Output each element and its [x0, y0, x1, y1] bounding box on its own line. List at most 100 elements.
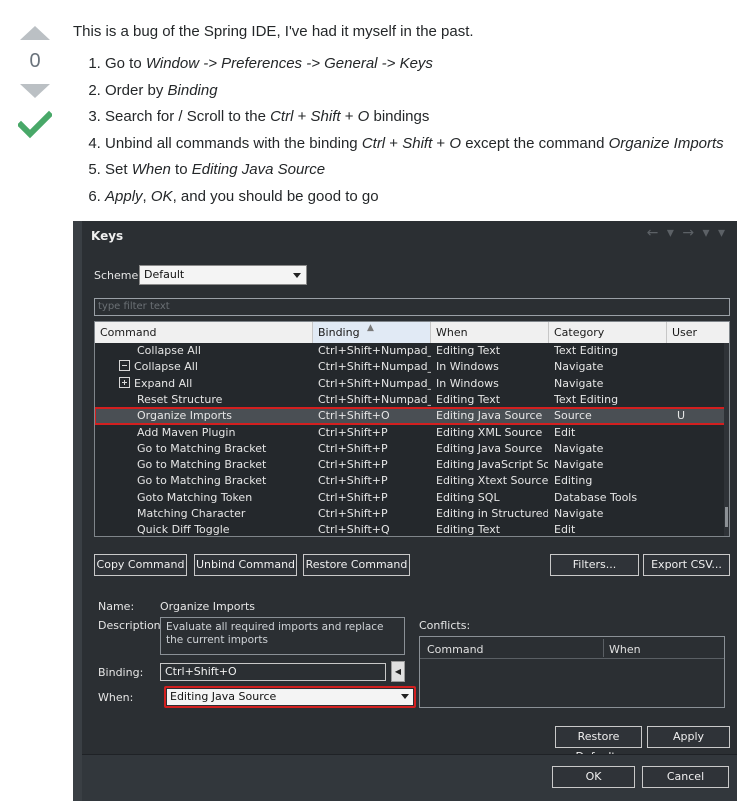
cell-when: Editing Xtext Source	[436, 473, 548, 489]
cell-binding-text: Ctrl+Shift+Numpad_...	[318, 376, 431, 390]
cell-command-text: Go to Matching Bracket	[137, 458, 267, 472]
cell-category-text: Navigate	[554, 376, 604, 390]
restore-command-button[interactable]: Restore Command	[303, 554, 410, 576]
table-row[interactable]: Expand All Ctrl+Shift+Numpad_... In Window…	[95, 376, 729, 392]
column-header-category[interactable]: Category	[549, 322, 667, 343]
filter-input[interactable]: type filter text	[94, 298, 730, 316]
table-row-selected[interactable]: Organize Imports Ctrl+Shift+O Editing Java…	[95, 407, 729, 426]
binding-field[interactable]: Ctrl+Shift+O	[160, 663, 386, 681]
scheme-label: Scheme:	[94, 269, 142, 282]
chevron-down-icon	[293, 273, 301, 278]
conflicts-column-command[interactable]: Command	[427, 643, 484, 656]
cell-category: Text Editing	[554, 343, 666, 359]
when-select[interactable]: Editing Java Source	[164, 686, 416, 708]
binding-menu-arrow-icon[interactable]: ◀	[391, 661, 405, 682]
conflicts-header-divider	[420, 658, 724, 659]
nav-arrows-icon[interactable]: ← ▾ → ▾ ▾	[647, 225, 727, 241]
filters-button[interactable]: Filters...	[550, 554, 639, 576]
cell-binding-text: Ctrl+Shift+O	[318, 409, 390, 423]
cell-command-text: Quick Diff Toggle	[137, 523, 230, 537]
cell-binding-text: Ctrl+Shift+P	[318, 441, 388, 455]
downvote-arrow-icon[interactable]	[20, 84, 50, 98]
table-row[interactable]: Go to Matching Bracket Ctrl+Shift+P Editin…	[95, 457, 729, 473]
cell-when-text: Editing Java Source	[436, 441, 543, 455]
unbind-command-button[interactable]: Unbind Command	[194, 554, 297, 576]
dialog-button-bar: OK Cancel	[82, 754, 737, 801]
cell-category: Source	[554, 408, 666, 424]
column-header-when[interactable]: When	[431, 322, 549, 343]
cell-binding: Ctrl+Shift+P	[318, 473, 431, 489]
table-row[interactable]: Collapse All Ctrl+Shift+Numpad_... In Wind…	[95, 359, 729, 375]
restore-defaults-button[interactable]: Restore Defaults	[555, 726, 642, 763]
name-label: Name:	[98, 600, 135, 613]
cell-category: Navigate	[554, 359, 666, 375]
scheme-select-value: Default	[144, 268, 185, 281]
sort-ascending-icon: ▲	[367, 323, 374, 333]
cell-command: Reset Structure	[137, 392, 311, 408]
table-row[interactable]: Goto Matching Token Ctrl+Shift+P Editing S…	[95, 490, 729, 506]
cell-binding: Ctrl+Shift+Numpad_...	[318, 343, 431, 359]
step-emphasis: O	[449, 134, 462, 152]
cell-when-text: Editing Java Source	[436, 409, 543, 423]
column-header-command[interactable]: Command	[95, 322, 313, 343]
cell-command: Add Maven Plugin	[137, 425, 311, 441]
keys-table-header: Command ▲ Binding When Category User	[95, 322, 729, 343]
table-row[interactable]: Matching Character Ctrl+Shift+P Editing in…	[95, 506, 729, 522]
ok-button[interactable]: OK	[552, 766, 635, 788]
cell-when-text: Editing Xtext Source	[436, 474, 548, 488]
upvote-arrow-icon[interactable]	[20, 26, 50, 40]
column-header-binding[interactable]: ▲ Binding	[313, 322, 431, 343]
cell-category-text: Edit	[554, 425, 576, 439]
cell-when: Editing JavaScript So...	[436, 457, 548, 473]
cell-command: Matching Character	[137, 506, 311, 522]
chevron-down-icon	[401, 694, 409, 699]
table-row[interactable]: Collapse All Ctrl+Shift+Numpad_... Editing…	[95, 343, 729, 359]
cell-binding: Ctrl+Shift+P	[318, 506, 431, 522]
table-row[interactable]: Go to Matching Bracket Ctrl+Shift+P Editin…	[95, 441, 729, 457]
cell-binding-text: Ctrl+Shift+P	[318, 425, 388, 439]
answer-step: Apply, OK, and you should be good to go	[105, 187, 743, 207]
cell-binding-text: Ctrl+Shift+Numpad_...	[318, 360, 431, 374]
cancel-button[interactable]: Cancel	[642, 766, 729, 788]
accepted-check-icon	[18, 110, 52, 140]
expand-icon	[119, 376, 130, 388]
cell-category: Navigate	[554, 441, 666, 457]
table-row[interactable]: Add Maven Plugin Ctrl+Shift+P Editing XML …	[95, 425, 729, 441]
keys-table-scrollbar[interactable]	[724, 343, 729, 536]
conflicts-label: Conflicts:	[419, 619, 471, 632]
conflicts-column-when[interactable]: When	[609, 643, 641, 656]
cell-command-text: Add Maven Plugin	[137, 425, 236, 439]
export-csv-button[interactable]: Export CSV...	[643, 554, 730, 576]
cell-command: Quick Diff Toggle	[137, 522, 311, 537]
step-emphasis: Ctrl	[361, 134, 386, 152]
cell-category: Text Editing	[554, 392, 666, 408]
answer-step: Order by Binding	[105, 81, 743, 101]
answer-step: Search for / Scroll to the Ctrl + Shift …	[105, 107, 743, 127]
step-text: +	[340, 108, 358, 125]
cell-command: Go to Matching Bracket	[137, 473, 311, 489]
copy-command-button[interactable]: Copy Command	[94, 554, 187, 576]
table-row[interactable]: Reset Structure Ctrl+Shift+Numpad_... Edit…	[95, 392, 729, 408]
apply-button[interactable]: Apply	[647, 726, 730, 748]
step-emphasis: Window -> Preferences -> General -> Keys	[145, 55, 433, 72]
name-value: Organize Imports	[160, 600, 256, 613]
step-emphasis: OK	[150, 187, 173, 205]
step-emphasis: Shift	[310, 108, 341, 125]
cell-when-text: In Windows	[436, 376, 499, 390]
scheme-select[interactable]: Default	[139, 265, 307, 285]
cell-when: Editing SQL	[436, 490, 548, 506]
table-row[interactable]: Quick Diff Toggle Ctrl+Shift+Q Editing Tex…	[95, 522, 729, 537]
cell-command: Go to Matching Bracket	[137, 441, 311, 457]
cell-command: Organize Imports	[137, 408, 311, 424]
cell-binding: Ctrl+Shift+Numpad_...	[318, 376, 431, 392]
table-row[interactable]: Go to Matching Bracket Ctrl+Shift+P Editin…	[95, 473, 729, 489]
cell-category: Database Tools	[554, 490, 666, 506]
answer-step: Unbind all commands with the binding Ctr…	[105, 134, 743, 154]
description-field: Evaluate all required imports and replac…	[160, 617, 405, 655]
step-emphasis: Organize Imports	[608, 134, 724, 152]
cell-category-text: Editing	[554, 474, 593, 488]
cell-binding: Ctrl+Shift+Q	[318, 522, 431, 536]
column-header-user[interactable]: User	[667, 322, 729, 343]
cell-when: Editing XML Source	[436, 425, 548, 441]
scrollbar-thumb[interactable]	[725, 507, 728, 527]
